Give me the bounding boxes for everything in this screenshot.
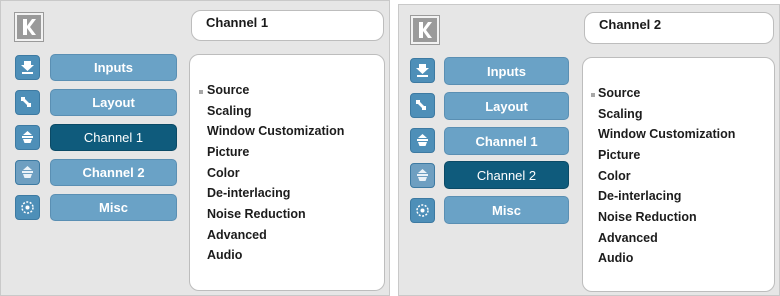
submenu-item-source[interactable]: Source <box>207 83 249 97</box>
submenu-item-picture[interactable]: Picture <box>207 145 249 159</box>
menu-button-channel-1[interactable]: Channel 1 <box>444 127 569 155</box>
page-title-text: Channel 2 <box>599 17 662 32</box>
inputs-icon[interactable] <box>15 55 40 80</box>
menu-button-channel-1[interactable]: Channel 1 <box>50 124 177 151</box>
channel-1-icon[interactable] <box>410 128 435 153</box>
submenu-item-de-interlacing[interactable]: De-interlacing <box>598 189 681 203</box>
submenu-item-window-customization[interactable]: Window Customization <box>207 124 344 138</box>
selection-marker <box>591 93 595 97</box>
channel-1-icon[interactable] <box>15 125 40 150</box>
page-title: Channel 1 <box>191 10 384 41</box>
layout-icon[interactable] <box>15 90 40 115</box>
submenu-item-color[interactable]: Color <box>598 169 631 183</box>
submenu-item-window-customization[interactable]: Window Customization <box>598 127 735 141</box>
submenu-item-color[interactable]: Color <box>207 166 240 180</box>
menu-button-misc[interactable]: Misc <box>444 196 569 224</box>
submenu-item-noise-reduction[interactable]: Noise Reduction <box>207 207 306 221</box>
submenu-item-scaling[interactable]: Scaling <box>598 107 642 121</box>
inputs-icon[interactable] <box>410 58 435 83</box>
submenu-item-advanced[interactable]: Advanced <box>598 231 658 245</box>
submenu-panel: Source Scaling Window Customization Pict… <box>582 57 775 292</box>
submenu-item-advanced[interactable]: Advanced <box>207 228 267 242</box>
misc-icon[interactable] <box>410 198 435 223</box>
kramer-logo <box>14 12 44 42</box>
submenu-item-audio[interactable]: Audio <box>598 251 633 265</box>
submenu-item-scaling[interactable]: Scaling <box>207 104 251 118</box>
page-title-text: Channel 1 <box>206 15 269 30</box>
channel-2-icon[interactable] <box>410 163 435 188</box>
menu-button-misc[interactable]: Misc <box>50 194 177 221</box>
menu-button-layout[interactable]: Layout <box>444 92 569 120</box>
submenu-item-audio[interactable]: Audio <box>207 248 242 262</box>
submenu-item-picture[interactable]: Picture <box>598 148 640 162</box>
menu-button-inputs[interactable]: Inputs <box>50 54 177 81</box>
submenu-panel: Source Scaling Window Customization Pict… <box>189 54 385 291</box>
panel-divider <box>390 0 398 296</box>
channel-2-icon[interactable] <box>15 160 40 185</box>
osd-panel-channel-2: Channel 2 Inputs Layout Channel 1 Channe… <box>398 4 780 296</box>
kramer-logo <box>410 15 440 45</box>
submenu-item-de-interlacing[interactable]: De-interlacing <box>207 186 290 200</box>
menu-button-channel-2[interactable]: Channel 2 <box>50 159 177 186</box>
submenu-item-noise-reduction[interactable]: Noise Reduction <box>598 210 697 224</box>
osd-panel-channel-1: Channel 1 Inputs Layout Channel 1 Channe… <box>0 0 390 296</box>
submenu-item-source[interactable]: Source <box>598 86 640 100</box>
layout-icon[interactable] <box>410 93 435 118</box>
misc-icon[interactable] <box>15 195 40 220</box>
page-title: Channel 2 <box>584 12 774 44</box>
selection-marker <box>199 90 203 94</box>
menu-button-inputs[interactable]: Inputs <box>444 57 569 85</box>
menu-button-layout[interactable]: Layout <box>50 89 177 116</box>
menu-button-channel-2[interactable]: Channel 2 <box>444 161 569 189</box>
